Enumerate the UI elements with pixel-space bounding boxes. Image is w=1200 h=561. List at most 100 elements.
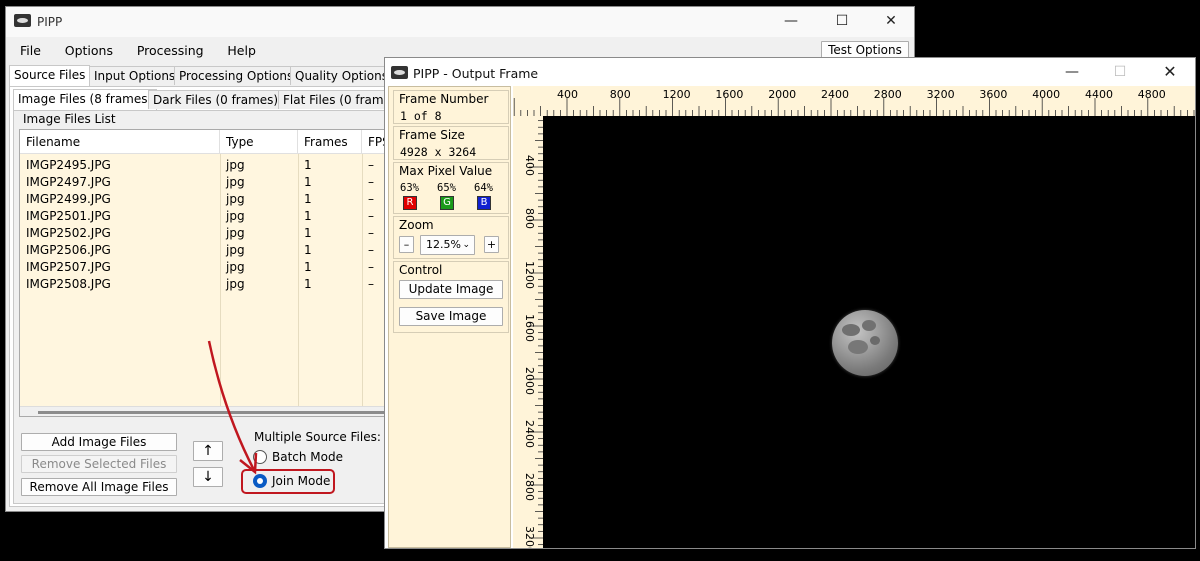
green-channel-icon: G (440, 196, 454, 210)
zoom-in-button[interactable]: + (484, 236, 499, 253)
tab-processing-options[interactable]: Processing Options (174, 66, 299, 85)
blue-percent: 64% (474, 182, 493, 194)
cell-fps: – (368, 158, 374, 172)
cell-type: jpg (226, 243, 245, 257)
cell-fps: – (368, 260, 374, 274)
output-window-title: PIPP - Output Frame (413, 66, 539, 81)
column-header-type[interactable]: Type (220, 130, 298, 154)
cell-frames: 1 (304, 226, 312, 240)
cell-frames: 1 (304, 277, 312, 291)
cell-filename: IMGP2501.JPG (26, 209, 111, 223)
green-percent: 65% (437, 182, 456, 194)
moon-image (832, 310, 898, 376)
frame-size-group: Frame Size 4928 x 3264 (393, 126, 509, 160)
cell-fps: – (368, 175, 374, 189)
tab-source-files[interactable]: Source Files (9, 65, 91, 86)
control-group: Control Update Image Save Image (393, 261, 509, 333)
output-side-panel: Frame Number 1 of 8 Frame Size 4928 x 32… (388, 86, 511, 548)
v-ruler-label: 1200 (523, 261, 536, 289)
minimize-icon[interactable]: — (776, 9, 806, 33)
remove-selected-files-button[interactable]: Remove Selected Files (21, 455, 177, 473)
h-ruler-label: 4400 (1085, 88, 1113, 101)
v-ruler-label: 2800 (523, 473, 536, 501)
max-pixel-group: Max Pixel Value 63% 65% 64% R G B (393, 162, 509, 214)
main-title-bar[interactable]: PIPP — ☐ ✕ (6, 7, 914, 37)
menu-options[interactable]: Options (65, 43, 113, 58)
menu-help[interactable]: Help (227, 43, 256, 58)
v-ruler-label: 2000 (523, 367, 536, 395)
cell-type: jpg (226, 277, 245, 291)
minimize-icon[interactable]: — (1057, 60, 1087, 84)
cell-filename: IMGP2499.JPG (26, 192, 111, 206)
table-row[interactable]: IMGP2502.JPG jpg 1 – (20, 225, 388, 242)
close-icon[interactable]: ✕ (1155, 60, 1185, 84)
cell-fps: – (368, 226, 374, 240)
menu-file[interactable]: File (20, 43, 41, 58)
cell-filename: IMGP2506.JPG (26, 243, 111, 257)
h-ruler-label: 3200 (927, 88, 955, 101)
cell-type: jpg (226, 260, 245, 274)
tab-input-options[interactable]: Input Options (89, 66, 181, 85)
cell-frames: 1 (304, 192, 312, 206)
column-header-frames[interactable]: Frames (298, 130, 362, 154)
remove-all-image-files-button[interactable]: Remove All Image Files (21, 478, 177, 496)
tab-quality-options[interactable]: Quality Options (290, 66, 393, 85)
cell-fps: – (368, 192, 374, 206)
cell-frames: 1 (304, 175, 312, 189)
red-channel-icon: R (403, 196, 417, 210)
cell-frames: 1 (304, 243, 312, 257)
maximize-icon[interactable]: ☐ (1105, 60, 1135, 84)
table-row[interactable]: IMGP2507.JPG jpg 1 – (20, 259, 388, 276)
pipp-logo-icon (14, 14, 31, 27)
h-ruler-label: 4800 (1138, 88, 1166, 101)
cell-fps: – (368, 209, 374, 223)
cell-type: jpg (226, 192, 245, 206)
image-files-list-label: Image Files List (23, 112, 116, 126)
h-ruler-label: 2000 (768, 88, 796, 101)
h-ruler-label: 800 (610, 88, 631, 101)
subtab-image-files[interactable]: Image Files (8 frames) (13, 89, 158, 110)
h-ruler-label: 3600 (979, 88, 1007, 101)
cell-type: jpg (226, 226, 245, 240)
zoom-value: 12.5% (426, 238, 461, 251)
frame-number-group: Frame Number 1 of 8 (393, 90, 509, 124)
cell-type: jpg (226, 209, 245, 223)
v-ruler-label: 3200 (523, 526, 536, 548)
close-icon[interactable]: ✕ (876, 9, 906, 33)
zoom-select[interactable]: 12.5% ⌄ (420, 235, 475, 255)
cell-frames: 1 (304, 209, 312, 223)
pipp-logo-icon (391, 66, 408, 79)
table-row[interactable]: IMGP2506.JPG jpg 1 – (20, 242, 388, 259)
cell-fps: – (368, 277, 374, 291)
output-image-canvas[interactable] (543, 116, 1195, 548)
frame-size-value: 4928 x 3264 (400, 145, 477, 159)
v-ruler-label: 1600 (523, 314, 536, 342)
column-header-filename[interactable]: Filename (20, 130, 220, 154)
main-window-title: PIPP (37, 15, 63, 29)
cell-filename: IMGP2502.JPG (26, 226, 111, 240)
h-ruler-label: 2400 (821, 88, 849, 101)
table-row[interactable]: IMGP2499.JPG jpg 1 – (20, 191, 388, 208)
v-ruler-label: 800 (523, 208, 536, 229)
menu-processing[interactable]: Processing (137, 43, 204, 58)
subtab-flat-files[interactable]: Flat Files (0 frame (278, 90, 396, 109)
table-row[interactable]: IMGP2501.JPG jpg 1 – (20, 208, 388, 225)
output-title-bar[interactable]: PIPP - Output Frame — ☐ ✕ (385, 58, 1195, 88)
table-row[interactable]: IMGP2497.JPG jpg 1 – (20, 174, 388, 191)
maximize-icon[interactable]: ☐ (827, 9, 857, 33)
v-ruler-label: 400 (523, 155, 536, 176)
v-ruler-label: 2400 (523, 420, 536, 448)
add-image-files-button[interactable]: Add Image Files (21, 433, 177, 451)
table-row[interactable]: IMGP2508.JPG jpg 1 – (20, 276, 388, 293)
save-image-button[interactable]: Save Image (399, 307, 503, 326)
h-ruler-label: 400 (557, 88, 578, 101)
h-ruler-label: 1600 (715, 88, 743, 101)
cell-type: jpg (226, 175, 245, 189)
output-frame-window: PIPP - Output Frame — ☐ ✕ Frame Number 1… (384, 57, 1196, 549)
update-image-button[interactable]: Update Image (399, 280, 503, 299)
subtab-dark-files[interactable]: Dark Files (0 frames) (148, 90, 284, 109)
blue-channel-icon: B (477, 196, 491, 210)
zoom-out-button[interactable]: – (399, 236, 414, 253)
cell-frames: 1 (304, 260, 312, 274)
table-row[interactable]: IMGP2495.JPG jpg 1 – (20, 157, 388, 174)
